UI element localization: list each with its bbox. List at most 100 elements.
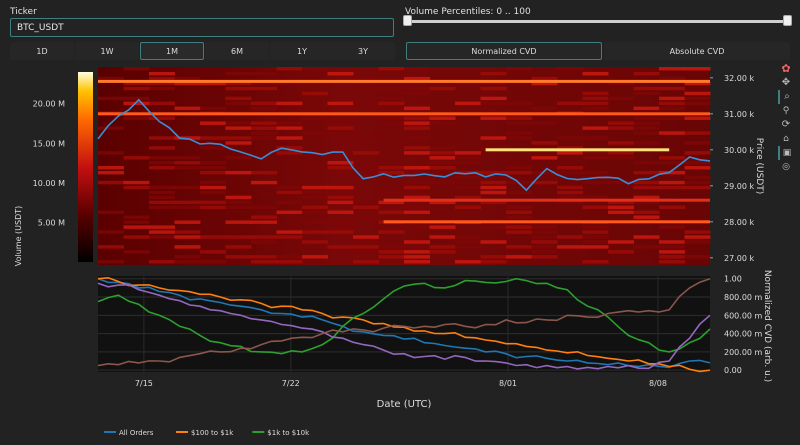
heatmap-cell (353, 260, 379, 264)
heatmap-cell (225, 220, 252, 224)
heatmap-cell (225, 235, 252, 239)
price-tick: 32.00 k (724, 74, 754, 83)
heatmap-cell (276, 136, 303, 140)
heatmap-cell (353, 101, 379, 106)
heatmap-cell (123, 67, 150, 71)
reset-icon[interactable]: ⌂ (778, 132, 794, 146)
heatmap-cell (582, 156, 609, 160)
heatmap-cell (684, 255, 711, 259)
cvd-tick: 1.00 (724, 275, 742, 284)
heatmap-cell (378, 190, 405, 195)
pan-icon[interactable]: ✥ (778, 76, 794, 90)
heatmap-cell (200, 146, 226, 150)
heatmap-cell (378, 230, 405, 234)
liquidity-band (98, 79, 710, 83)
zoom-icon[interactable]: ⌕ (778, 90, 794, 104)
heatmap-cell (378, 101, 405, 106)
heatmap-cell (302, 67, 328, 71)
heatmap-cell (353, 250, 379, 254)
heatmap-cell (378, 121, 405, 125)
heatmap-cell (149, 86, 175, 91)
heatmap-cell (404, 225, 430, 229)
heatmap-cell (149, 156, 175, 160)
heatmap-cell (378, 86, 405, 91)
price-tick: 27.00 k (724, 254, 754, 263)
heatmap-cell (200, 121, 226, 125)
heatmap-cell (123, 86, 150, 91)
heatmap-cell (480, 101, 507, 106)
heatmap-cell (327, 71, 354, 76)
autoscale-icon[interactable]: ⟳ (778, 118, 794, 132)
heatmap-cell (174, 76, 201, 81)
heatmap-cell (531, 250, 558, 254)
heatmap-cell (149, 200, 175, 205)
price-axis-title: Price (USDT) (754, 138, 764, 195)
heatmap-cell (480, 180, 507, 185)
heatmap-cell (149, 205, 175, 210)
legend-item[interactable]: All Orders (119, 429, 154, 437)
spike-icon[interactable]: ◎ (778, 160, 794, 174)
legend-item[interactable]: $100 to $1k (191, 429, 234, 437)
heatmap-cell (531, 230, 558, 234)
heatmap-cell (276, 101, 303, 106)
liquidity-band (383, 220, 710, 224)
heatmap-cell (302, 255, 328, 259)
price-tick: 31.00 k (724, 110, 754, 119)
heatmap-cell (582, 180, 609, 185)
heatmap-cell (302, 131, 328, 135)
heatmap-cell (608, 96, 634, 101)
camera-icon[interactable]: ▣ (778, 146, 794, 160)
heatmap-cell (633, 185, 660, 190)
heatmap-cell (608, 121, 634, 125)
heatmap-cell (455, 260, 481, 264)
heatmap-cell (251, 255, 277, 259)
liquidity-band (383, 198, 710, 202)
heatmap-cell (225, 195, 252, 200)
heatmap-cell (200, 106, 226, 111)
heatmap-cell (429, 86, 456, 91)
heatmap-cell (123, 185, 150, 190)
heatmap-cell (353, 151, 379, 155)
heatmap-cell (404, 195, 430, 200)
legend-item[interactable]: $1k to $10k (267, 429, 310, 437)
heatmap-cell (353, 136, 379, 140)
heatmap-cell (200, 136, 226, 140)
heatmap-cell (582, 260, 609, 264)
chart-area[interactable]: 5.00 M 10.00 M 15.00 M 20.00 M Volume (USDT… (0, 0, 800, 445)
heatmap-cell (633, 126, 660, 130)
heatmap-cell (123, 96, 150, 101)
date-tick: 8/01 (499, 379, 517, 388)
heatmap-cell (608, 250, 634, 254)
heatmap-cell (633, 106, 660, 111)
heatmap-cell (684, 161, 711, 165)
heatmap-cell (684, 131, 711, 135)
heatmap-cell (659, 131, 685, 135)
heatmap-cell (327, 131, 354, 135)
heatmap-cell (174, 106, 201, 111)
heatmap-cell (302, 230, 328, 234)
box-select-icon[interactable]: ⚲ (778, 104, 794, 118)
heatmap-cell (506, 121, 532, 125)
heatmap-cell (480, 116, 507, 120)
heatmap-cell (659, 185, 685, 190)
heatmap-cell (327, 121, 354, 125)
heatmap-cell (633, 131, 660, 135)
plotly-logo-icon[interactable]: ✿ (778, 62, 794, 76)
heatmap-cell (200, 170, 226, 175)
heatmap-cell (659, 156, 685, 160)
heatmap-cell (633, 235, 660, 239)
heatmap-cell (531, 76, 558, 81)
heatmap-cell (251, 260, 277, 264)
heatmap-cell (684, 235, 711, 239)
volume-scale-tick: 20.00 M (33, 100, 65, 109)
heatmap-cell (276, 260, 303, 264)
heatmap-cell (353, 166, 379, 170)
heatmap-cell (149, 116, 175, 120)
heatmap-cell (429, 121, 456, 125)
heatmap-cell (98, 151, 124, 155)
heatmap-cell (149, 190, 175, 195)
heatmap-cell (429, 166, 456, 170)
heatmap-cell (98, 180, 124, 185)
heatmap-cell (455, 151, 481, 155)
heatmap-cell (506, 116, 532, 120)
